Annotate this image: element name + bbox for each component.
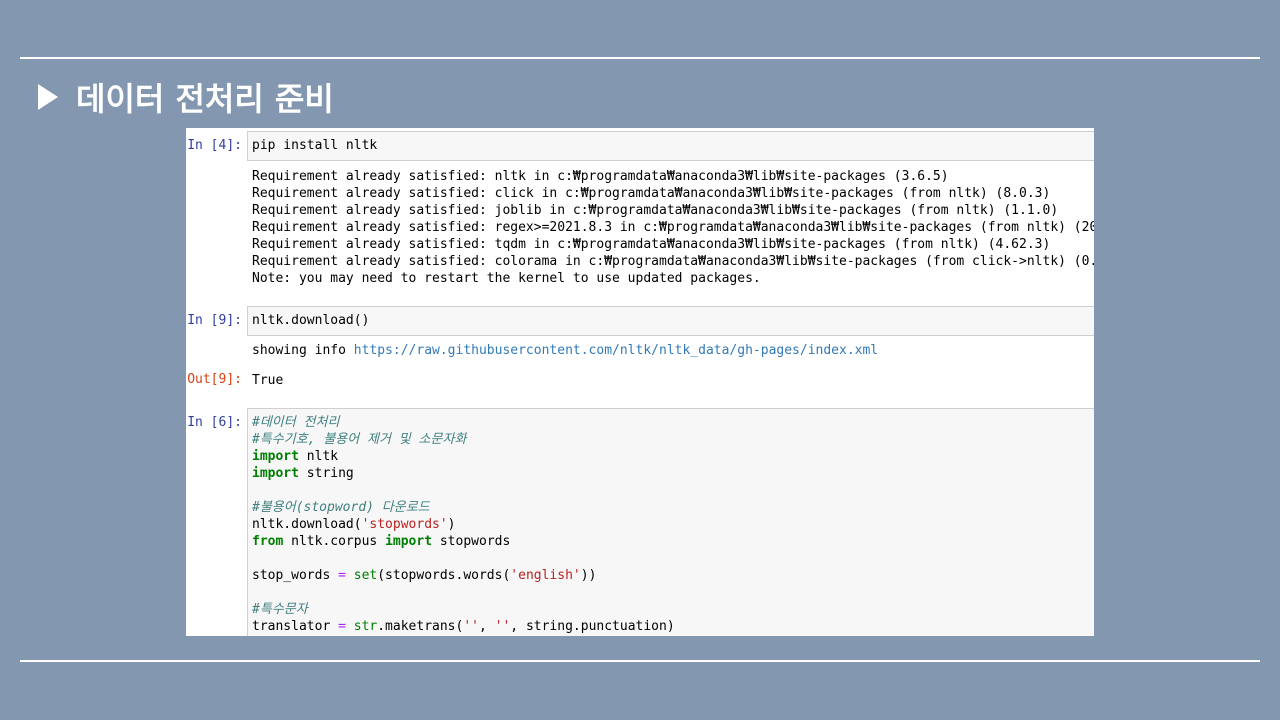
- code-token: .maketrans(: [377, 619, 464, 634]
- blank-line: ​: [252, 550, 1090, 567]
- code-token: ): [447, 517, 456, 532]
- code-token: )): [580, 568, 597, 583]
- string-literal: '': [463, 619, 479, 634]
- code-token: translator: [252, 619, 339, 634]
- code-token: stop_words: [252, 568, 339, 583]
- operator: =: [338, 568, 346, 583]
- comment: #데이터 전처리: [252, 415, 340, 430]
- blank-line: ​: [252, 584, 1090, 601]
- code-line: from nltk.corpus import stopwords: [252, 533, 1090, 550]
- code-line: import string: [252, 465, 1090, 482]
- output-line: Requirement already satisfied: tqdm in c…: [252, 237, 1051, 252]
- string-literal: 'english': [510, 568, 581, 583]
- output-line: Note: you may need to restart the kernel…: [252, 271, 761, 286]
- code-token: nltk.download(: [252, 517, 362, 532]
- result-value: True: [252, 373, 284, 388]
- code-line: translator = str.maketrans('', '', strin…: [252, 618, 1090, 635]
- code-token: string: [298, 466, 354, 481]
- string-literal: '': [494, 619, 511, 634]
- code-line: import nltk: [252, 448, 1090, 465]
- cell-result: True: [252, 372, 1094, 389]
- output-line: Requirement already satisfied: nltk in c…: [252, 169, 949, 184]
- input-prompt: In [4]:: [187, 138, 242, 153]
- code-line: nltk.download('stopwords'): [252, 516, 1090, 533]
- code-token: , string.punctuation): [510, 619, 675, 634]
- code-line: #데이터 전처리: [252, 414, 1090, 431]
- bottom-divider: [20, 660, 1260, 662]
- input-prompt: In [6]:: [187, 415, 242, 430]
- output-text: showing info: [252, 343, 354, 358]
- slide-title: 데이터 전처리 준비: [38, 74, 334, 120]
- code-input[interactable]: pip install nltk: [247, 131, 1094, 161]
- output-line: Requirement already satisfied: click in …: [252, 186, 1051, 201]
- code-token: nltk.corpus: [283, 534, 386, 549]
- cell-output: showing info https://raw.githubuserconte…: [252, 342, 1094, 359]
- code-line: #특수문자: [252, 601, 1090, 618]
- comment: #특수기호, 불용어 제거 및 소문자화: [252, 432, 467, 447]
- code-line: #특수기호, 불용어 제거 및 소문자화: [252, 431, 1090, 448]
- code-line: #불용어(stopword) 다운로드: [252, 499, 1090, 516]
- code-line: nltk.download(): [252, 313, 370, 328]
- comment: #특수문자: [252, 602, 308, 617]
- output-line: Requirement already satisfied: regex>=20…: [252, 220, 1094, 235]
- code-line: stop_words = set(stopwords.words('englis…: [252, 567, 1090, 584]
- output-prompt: Out[9]:: [187, 372, 242, 387]
- play-triangle-icon: [38, 84, 58, 110]
- output-line: Requirement already satisfied: joblib in…: [252, 203, 1059, 218]
- code-input[interactable]: #데이터 전처리 #특수기호, 불용어 제거 및 소문자화 import nltk i…: [247, 408, 1094, 636]
- keyword: import: [252, 466, 299, 481]
- operator: =: [338, 619, 346, 634]
- index-xml-link[interactable]: https://raw.githubusercontent.com/nltk/n…: [354, 343, 878, 358]
- code-line: pip install nltk: [252, 138, 378, 153]
- builtin: str: [345, 619, 378, 634]
- code-input[interactable]: nltk.download(): [247, 306, 1094, 336]
- string-literal: 'stopwords': [361, 517, 448, 532]
- cell-output: Requirement already satisfied: nltk in c…: [252, 168, 1094, 287]
- keyword: import: [385, 534, 433, 549]
- keyword: from: [252, 534, 284, 549]
- comment: #불용어(stopword) 다운로드: [252, 500, 430, 515]
- code-token: nltk: [298, 449, 339, 464]
- code-token: ,: [478, 619, 495, 634]
- notebook-screenshot: In [4]: pip install nltk Requirement alr…: [186, 128, 1094, 636]
- keyword: import: [252, 449, 299, 464]
- input-prompt: In [9]:: [187, 313, 242, 328]
- builtin: set: [345, 568, 378, 583]
- code-token: stopwords: [432, 534, 511, 549]
- blank-line: ​: [252, 482, 1090, 499]
- output-line: Requirement already satisfied: colorama …: [252, 254, 1094, 269]
- slide-title-text: 데이터 전처리 준비: [76, 80, 334, 118]
- code-token: (stopwords.words(: [377, 568, 511, 583]
- top-divider: [20, 57, 1260, 59]
